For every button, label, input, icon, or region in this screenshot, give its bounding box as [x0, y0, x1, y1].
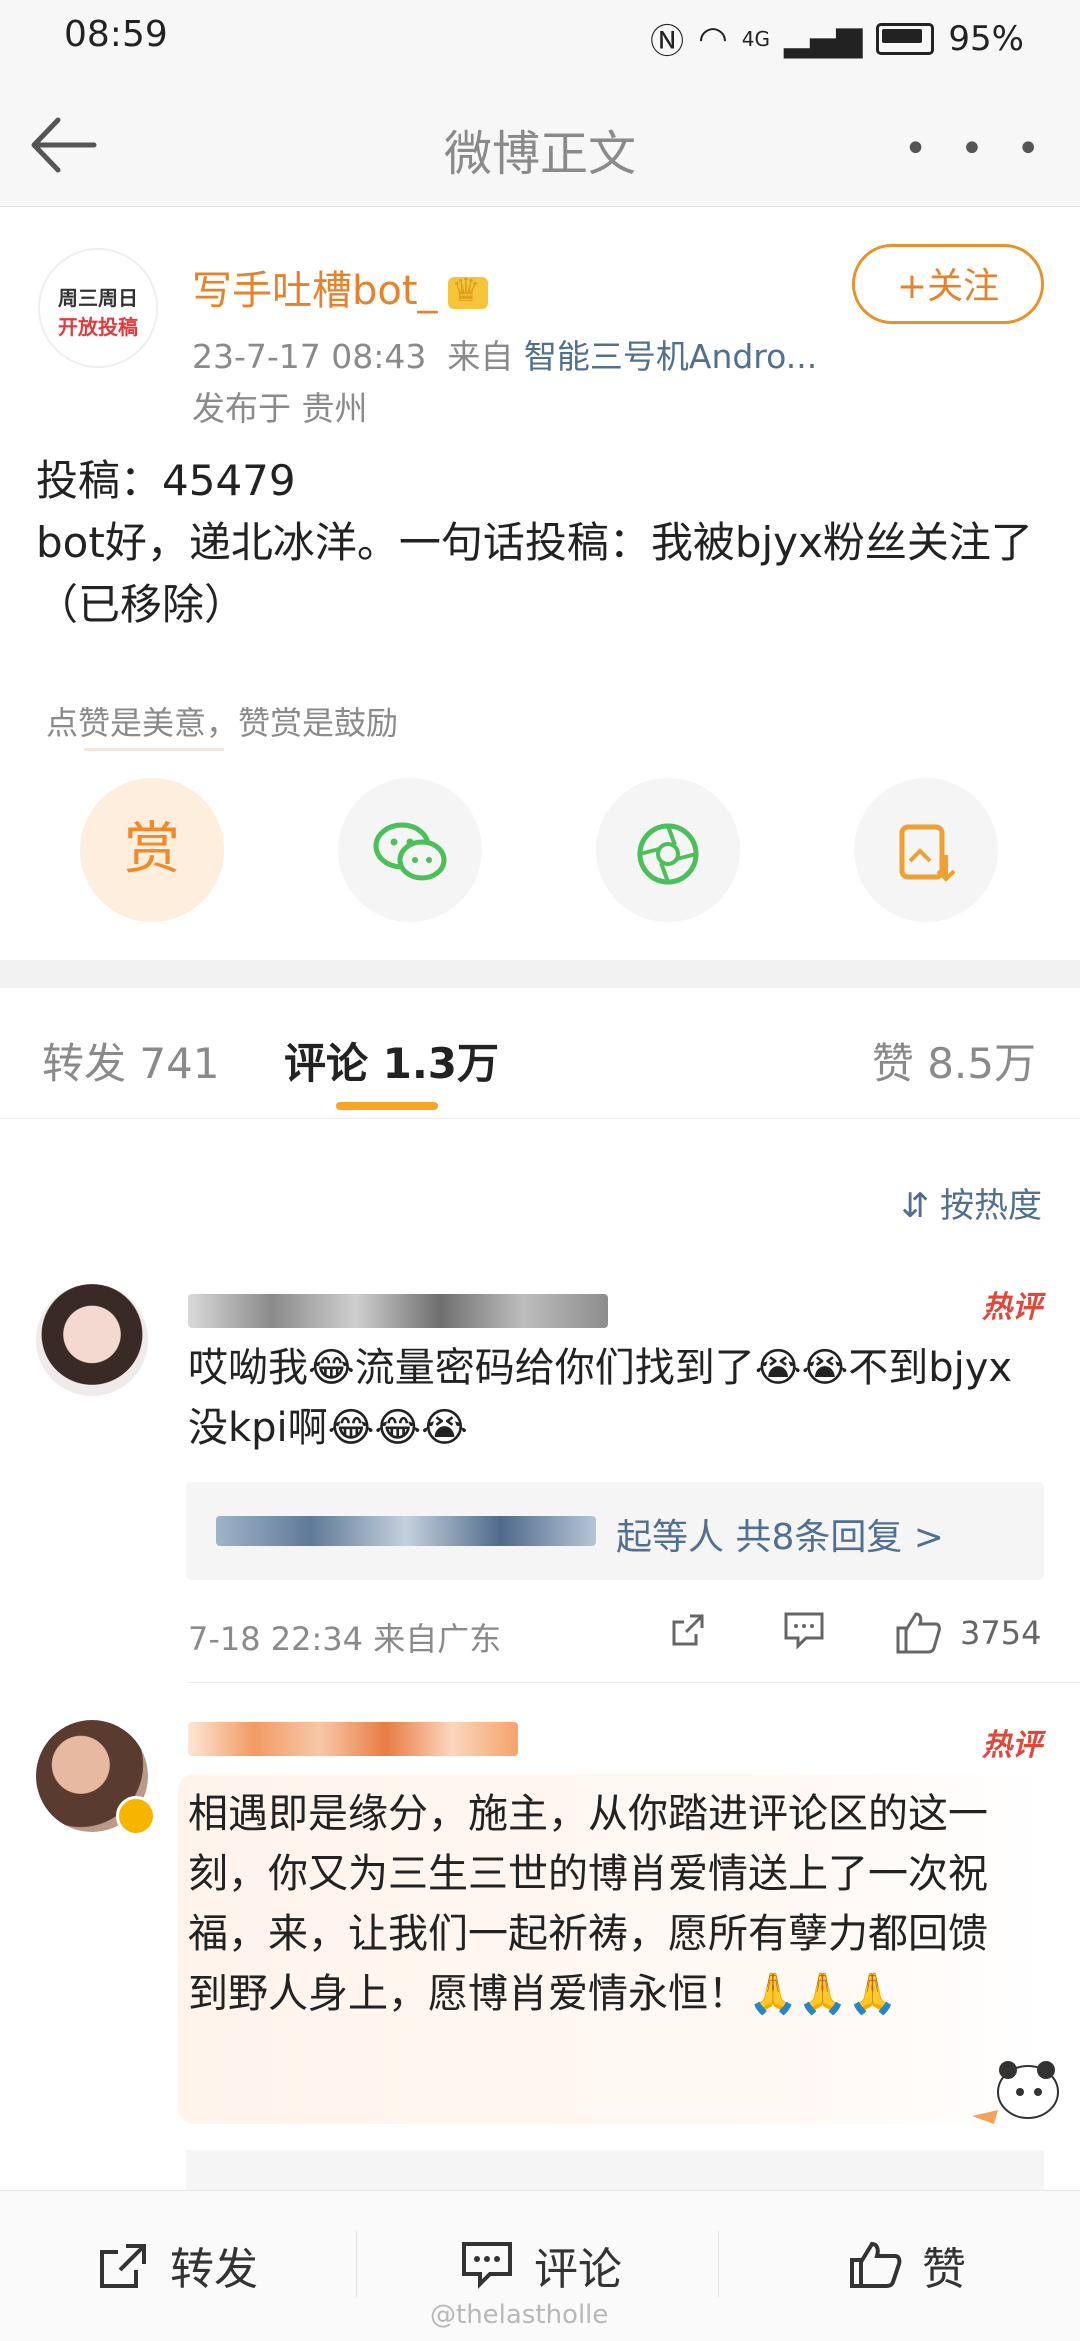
save-image-icon	[899, 824, 956, 882]
tab-repost[interactable]: 转发 741	[42, 1030, 220, 1091]
status-bar: 08:59 Ⓝ ◠ 4G ▂▄▆ 95%	[0, 0, 1080, 80]
status-time: 08:59	[64, 14, 168, 55]
active-tab-indicator	[336, 1102, 438, 1110]
sort-by-heat-button[interactable]: ⇵ 按热度	[901, 1178, 1042, 1227]
battery-level: 95%	[948, 18, 1024, 59]
comment-text: 相遇即是缘分，施主，从你踏进评论区的这一刻，你又为三生三世的博肖爱情送上了一次祝…	[188, 1791, 988, 2017]
like-icon	[850, 2241, 902, 2288]
reward-hint-underline	[84, 748, 224, 751]
like-label: 赞	[922, 2244, 966, 2295]
post-content: 投稿：45479 bot好，递北冰洋。一句话投稿：我被bjyx粉丝关注了（已移除…	[36, 450, 1046, 636]
repost-label: 转发	[170, 2244, 258, 2295]
reward-hint: 点赞是美意，赞赏是鼓励	[46, 704, 399, 742]
repost-button[interactable]: 转发	[96, 2233, 258, 2297]
avatar-text-line1: 周三周日	[58, 286, 138, 310]
comment-icon	[462, 2242, 512, 2289]
nfc-icon: Ⓝ	[650, 22, 685, 62]
post-content-line1: 投稿：45479	[36, 456, 296, 505]
moments-icon	[637, 823, 699, 885]
tab-comment[interactable]: 评论 1.3万	[284, 1030, 499, 1091]
comment-text: 哎呦我😂流量密码给你们找到了😭😭不到bjyx没kpi啊😂😂😭	[188, 1345, 1013, 1451]
commenter-avatar[interactable]	[36, 1284, 148, 1396]
replies-count-link[interactable]: 起等人 共8条回复 >	[616, 1508, 944, 1560]
bottom-separator	[718, 2231, 719, 2297]
comment-meta: 7-18 22:34 来自广东	[188, 1620, 502, 1658]
tab-like[interactable]: 赞 8.5万	[872, 1030, 1036, 1091]
comment-replies-box[interactable]	[186, 2150, 1044, 2190]
signal-label: 4G	[741, 26, 770, 51]
status-icons: Ⓝ ◠ 4G ▂▄▆ 95%	[650, 14, 1024, 63]
comment-divider	[188, 1682, 1080, 1683]
commenter-name-blurred[interactable]	[188, 1722, 518, 1756]
reward-icon: 赏	[124, 817, 180, 882]
comment-like-count: 3754	[960, 1614, 1042, 1652]
post-date: 23-7-17 08:43	[192, 337, 427, 376]
verified-badge-icon	[116, 1796, 156, 1836]
save-image-button[interactable]	[854, 778, 998, 922]
commenter-name-blurred[interactable]	[188, 1294, 608, 1328]
comment-label: 评论	[534, 2244, 622, 2295]
more-options-icon[interactable]: • • •	[904, 126, 1050, 172]
follow-button[interactable]: +关注	[852, 244, 1044, 324]
section-gap	[0, 960, 1080, 988]
post-meta: 23-7-17 08:43 来自 智能三号机Andro...	[192, 330, 817, 378]
comment-share-icon[interactable]	[668, 1610, 708, 1659]
author-avatar[interactable]: 周三周日 开放投稿	[38, 248, 158, 368]
wifi-icon: ◠	[698, 18, 728, 59]
battery-icon	[876, 22, 935, 55]
comment-button[interactable]: 评论	[460, 2233, 622, 2297]
post-source-link[interactable]: 智能三号机Andro...	[524, 337, 817, 376]
sort-icon: ⇵	[900, 1186, 930, 1226]
comment-like-icon[interactable]	[894, 1610, 942, 1663]
bottom-separator	[356, 2231, 357, 2297]
comment-reply-icon[interactable]	[782, 1610, 826, 1659]
top-nav-bar: 微博正文 • • •	[0, 80, 1080, 207]
share-wechat-button[interactable]	[338, 778, 482, 922]
repost-icon	[100, 2244, 146, 2288]
comment-replies-box[interactable]: 起等人 共8条回复 >	[186, 1482, 1044, 1580]
hot-comment-badge: 热评	[982, 1290, 1042, 1325]
reply-names-blurred	[216, 1516, 596, 1546]
signal-icon: ▂▄▆	[783, 18, 863, 59]
author-name[interactable]: 写手吐槽bot_	[192, 258, 488, 316]
wechat-icon	[373, 822, 447, 881]
vip-crown-icon	[447, 271, 488, 309]
panda-sticker-icon	[972, 2061, 1059, 2124]
post-content-line2: bot好，递北冰洋。一句话投稿：我被bjyx粉丝关注了（已移除）	[36, 518, 1033, 629]
post-location: 发布于 贵州	[192, 389, 368, 428]
from-label: 来自	[447, 337, 514, 376]
reward-button[interactable]: 赏	[80, 778, 224, 922]
share-moments-button[interactable]	[596, 778, 740, 922]
watermark: @thelastholle	[430, 2300, 609, 2330]
tabs-divider	[0, 1118, 1080, 1119]
sort-label: 按热度	[940, 1186, 1042, 1226]
avatar-text-line2: 开放投稿	[58, 315, 138, 339]
like-button[interactable]: 赞	[848, 2233, 966, 2297]
hot-comment-badge: 热评	[982, 1728, 1042, 1763]
author-name-text: 写手吐槽bot_	[192, 268, 438, 314]
